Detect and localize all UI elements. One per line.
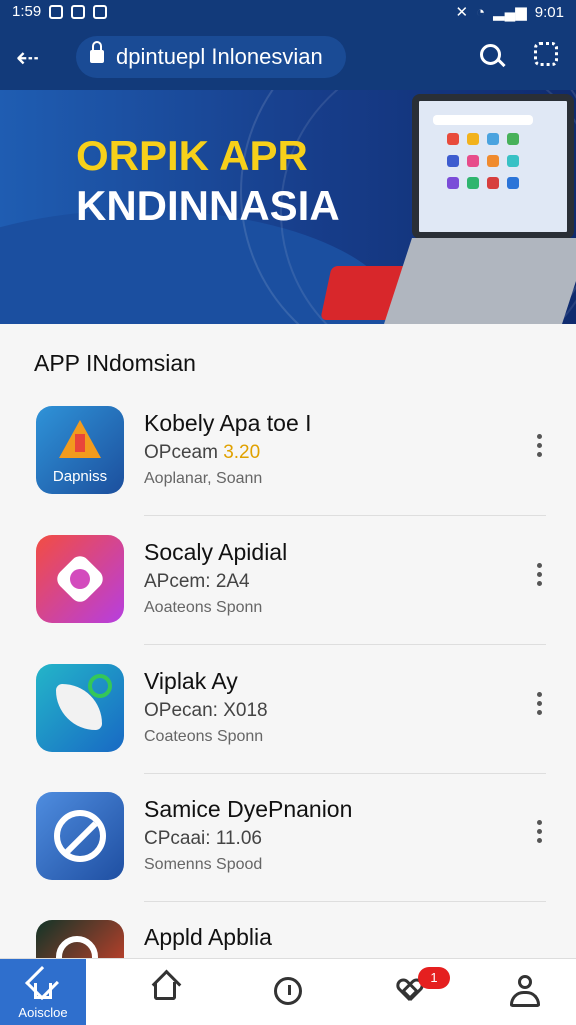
- app-icon: [36, 664, 124, 752]
- app-price: OPceam 3.20: [144, 442, 260, 464]
- back-arrow-icon[interactable]: ⇠: [16, 41, 50, 75]
- price-label: APcem:: [144, 571, 211, 592]
- home-icon: [26, 969, 60, 999]
- nav-profile[interactable]: [482, 959, 568, 1025]
- banner-subtitle: KNDINNASIA: [76, 182, 340, 229]
- app-list-section: APP INdomsian Dapniss Kobely Apa toe I O…: [0, 324, 576, 958]
- app-price: APcem: 2A4: [144, 571, 250, 593]
- app-item[interactable]: Appld Apblia: [0, 920, 576, 958]
- banner-title: ORPIK APR: [76, 132, 308, 179]
- person-icon: [508, 975, 542, 1007]
- battery-value: 9:01: [534, 3, 564, 21]
- app-item[interactable]: Dapniss Kobely Apa toe I OPceam 3.20 Aop…: [0, 406, 576, 534]
- notification-icon: [49, 4, 64, 19]
- nav-home[interactable]: [122, 959, 208, 1025]
- notification-badge: 1: [418, 967, 450, 989]
- price-value: 11.06: [215, 828, 262, 849]
- location-icon: [71, 4, 86, 19]
- clock-icon: [274, 977, 302, 1005]
- message-icon: [93, 4, 108, 19]
- search-icon[interactable]: [478, 42, 506, 70]
- wifi-icon: ◔: [476, 3, 486, 21]
- address-bar[interactable]: dpintuepl Inlonesvian: [76, 36, 346, 78]
- divider: [144, 901, 546, 902]
- more-vert-icon[interactable]: [534, 820, 544, 846]
- lock-icon: [90, 41, 104, 63]
- nav-active-label: Aoiscloe: [18, 1005, 68, 1020]
- app-name: Socaly Apidial: [144, 539, 288, 565]
- app-price: OPecan: X018: [144, 700, 268, 722]
- mute-icon: ✕: [455, 4, 469, 21]
- app-item[interactable]: Socaly Apidial APcem: 2A4 Aoateons Sponn: [0, 535, 576, 663]
- app-icon-label: Dapniss: [52, 468, 108, 485]
- more-vert-icon[interactable]: [534, 434, 544, 460]
- price-label: OPceam: [144, 442, 218, 463]
- app-subtitle: Coateons Sponn: [144, 728, 264, 745]
- price-label: CPcaai:: [144, 828, 211, 849]
- app-name: Viplak Ay: [144, 668, 238, 694]
- app-icon: [36, 920, 124, 958]
- price-value: 3.20: [223, 442, 261, 463]
- more-options-icon[interactable]: [534, 42, 558, 66]
- house-icon: [150, 972, 180, 1002]
- more-vert-icon[interactable]: [534, 563, 544, 589]
- app-name: Samice DyePnanion: [144, 796, 353, 822]
- status-bar: 1:59 ✕ ◔ ▂▄▆ 9:01: [0, 0, 576, 24]
- more-vert-icon[interactable]: [534, 692, 544, 718]
- divider: [144, 644, 546, 645]
- app-icon: [36, 535, 124, 623]
- app-icon: Dapniss: [36, 406, 124, 494]
- price-value: 2A4: [215, 571, 250, 592]
- price-label: OPecan:: [144, 700, 218, 721]
- signal-icon: ▂▄▆: [493, 4, 527, 21]
- divider: [144, 515, 546, 516]
- divider: [144, 773, 546, 774]
- laptop-illustration: [384, 90, 576, 324]
- status-time: 1:59: [12, 3, 42, 20]
- hero-banner[interactable]: ORPIK APR KNDINNASIA: [0, 90, 576, 324]
- app-icon: [36, 792, 124, 880]
- app-subtitle: Somenns Spood: [144, 856, 263, 873]
- app-name: Kobely Apa toe I: [144, 410, 312, 436]
- app-subtitle: Aoplanar, Soann: [144, 470, 263, 487]
- browser-top-bar: ⇠ dpintuepl Inlonesvian: [0, 24, 576, 90]
- section-title: APP INdomsian: [34, 350, 196, 376]
- price-value: X018: [223, 700, 268, 721]
- bottom-navigation: Aoiscloe 1: [0, 958, 576, 1025]
- app-item[interactable]: Samice DyePnanion CPcaai: 11.06 Somenns …: [0, 792, 576, 920]
- app-price: CPcaai: 11.06: [144, 828, 262, 850]
- nav-history[interactable]: [246, 959, 332, 1025]
- app-name: Appld Apblia: [144, 924, 272, 950]
- app-item[interactable]: Viplak Ay OPecan: X018 Coateons Sponn: [0, 664, 576, 792]
- app-subtitle: Aoateons Sponn: [144, 599, 263, 616]
- nav-home-active[interactable]: Aoiscloe: [0, 959, 86, 1025]
- url-text: dpintuepl Inlonesvian: [116, 44, 323, 69]
